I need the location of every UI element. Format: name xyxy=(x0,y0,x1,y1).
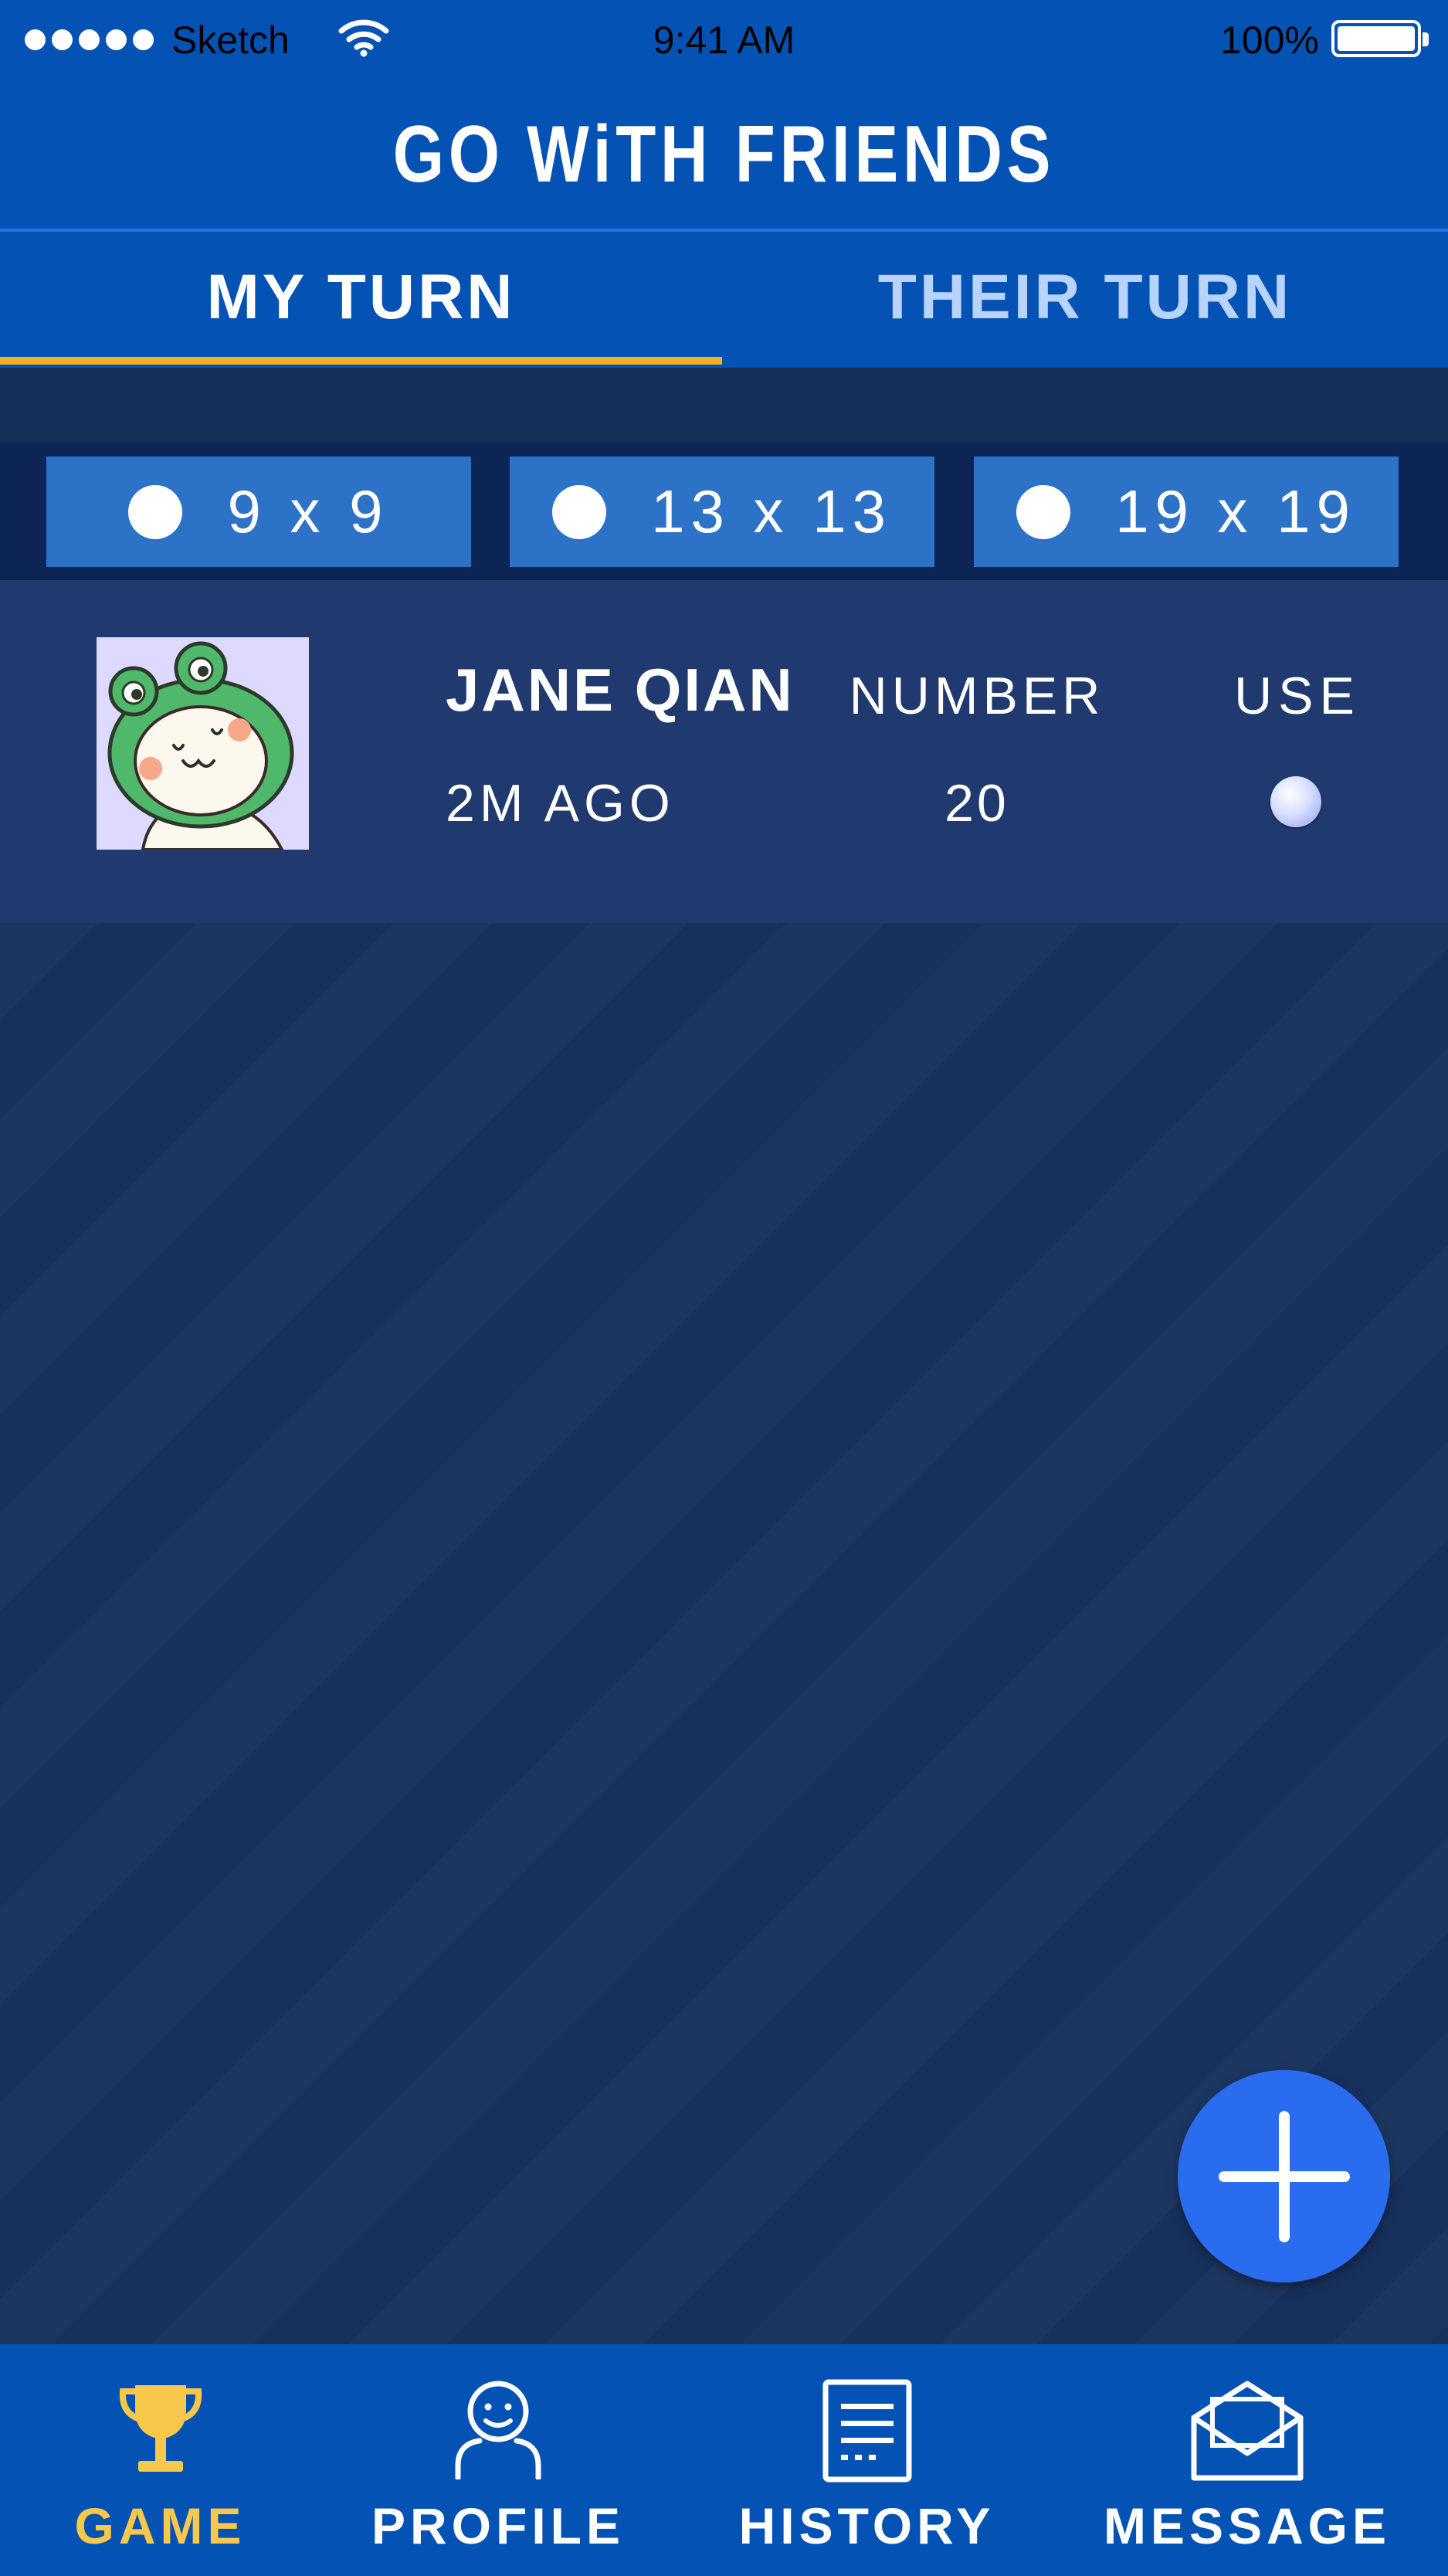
nav-label: PROFILE xyxy=(371,2497,625,2554)
board-size-label: 19 x 19 xyxy=(1115,477,1356,545)
tab-their-turn[interactable]: THEIR TURN xyxy=(722,232,1448,363)
board-size-13x13-button[interactable]: 13 x 13 xyxy=(510,456,934,567)
number-value: 20 xyxy=(944,774,1009,833)
board-size-9x9-button[interactable]: 9 x 9 xyxy=(46,456,471,567)
opponent-name: JANE QIAN xyxy=(446,656,795,724)
trophy-icon xyxy=(118,2379,203,2483)
board-size-label: 13 x 13 xyxy=(651,477,892,545)
envelope-icon xyxy=(1189,2379,1305,2487)
nav-label: MESSAGE xyxy=(1103,2497,1392,2554)
radio-dot-icon xyxy=(552,484,607,539)
nav-item-game[interactable]: GAME xyxy=(0,2344,320,2576)
frog-avatar xyxy=(97,637,309,850)
board-size-label: 9 x 9 xyxy=(227,477,389,545)
person-icon xyxy=(452,2379,544,2483)
nav-item-profile[interactable]: PROFILE xyxy=(340,2344,656,2576)
nav-item-history[interactable]: HISTORY xyxy=(703,2344,1031,2576)
radio-dot-icon xyxy=(1016,484,1071,539)
tab-my-turn[interactable]: MY TURN xyxy=(0,232,722,363)
number-header: NUMBER xyxy=(849,667,1105,725)
white-stone-icon xyxy=(1270,776,1321,827)
new-game-button[interactable] xyxy=(1178,2070,1390,2282)
battery-icon xyxy=(1331,20,1429,57)
radio-dot-icon xyxy=(128,484,183,539)
plus-icon xyxy=(1218,2110,1350,2242)
app-title: GO WiTH FRIENDS xyxy=(392,110,1056,199)
nav-item-message[interactable]: MESSAGE xyxy=(1081,2344,1413,2576)
document-icon xyxy=(821,2379,914,2487)
filter-spacer xyxy=(0,368,1448,443)
use-header: USE xyxy=(1234,667,1361,725)
battery-percentage: 100% xyxy=(1220,19,1319,62)
board-size-19x19-button[interactable]: 19 x 19 xyxy=(974,456,1399,567)
last-played-time: 2M AGO xyxy=(446,774,675,833)
nav-label: GAME xyxy=(74,2497,246,2554)
active-tab-indicator xyxy=(0,357,722,365)
nav-label: HISTORY xyxy=(738,2497,995,2554)
